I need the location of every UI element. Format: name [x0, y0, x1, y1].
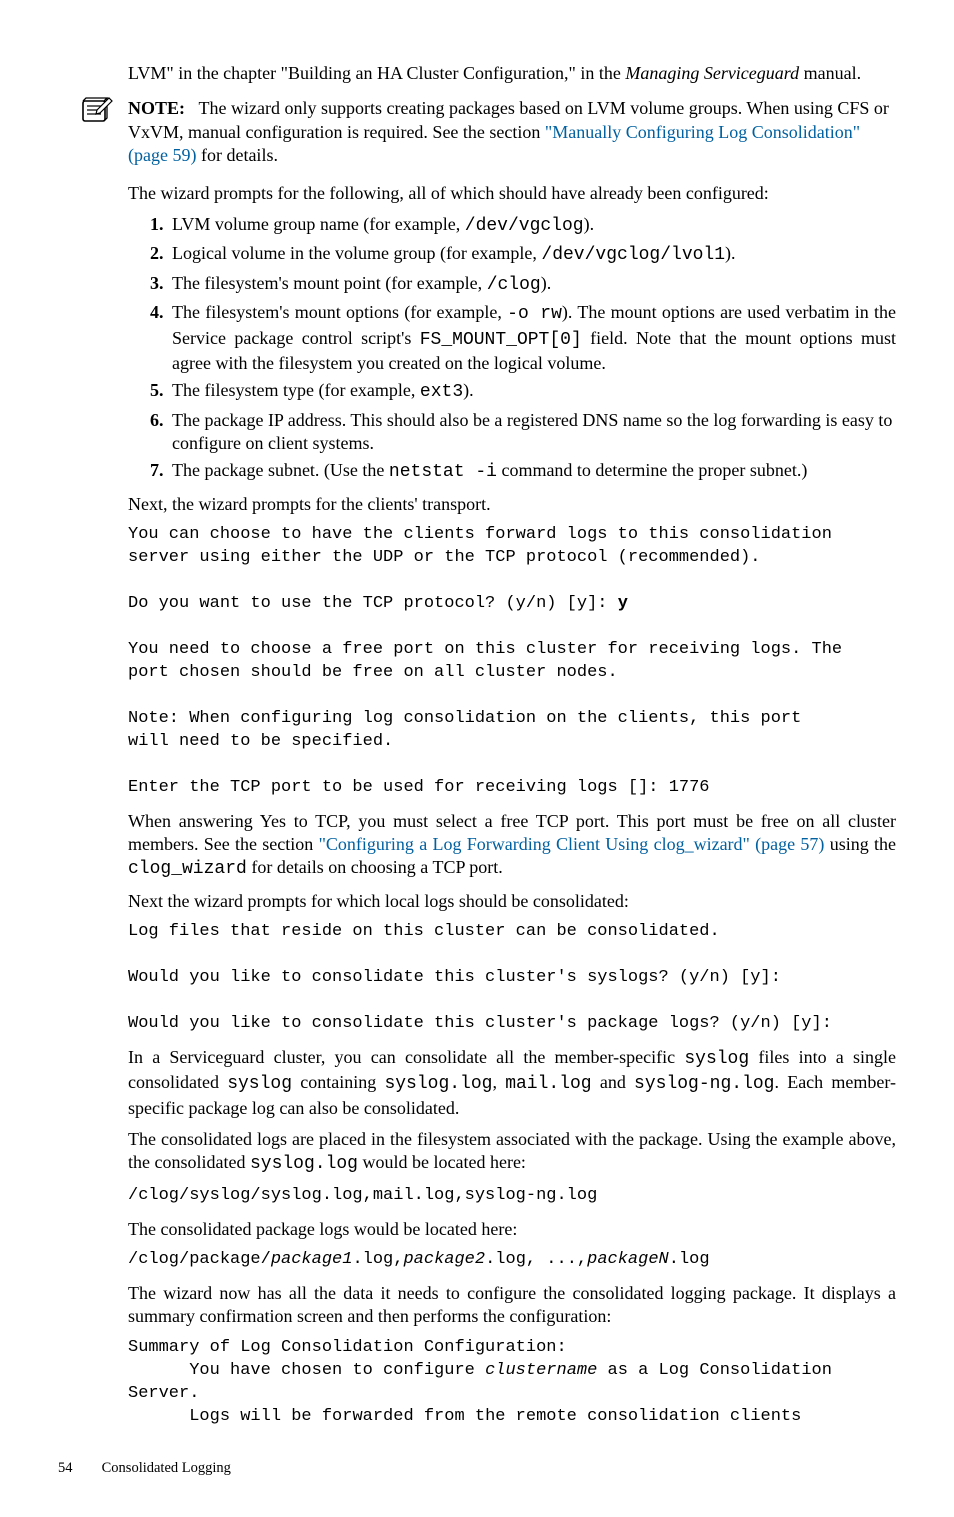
path-1: /clog/syslog/syslog.log,mail.log,syslog-…: [128, 1185, 896, 1208]
terminal-block-1: You can choose to have the clients forwa…: [128, 524, 896, 799]
intro-pre: LVM" in the chapter "Building an HA Clus…: [128, 63, 625, 83]
footer-title: Consolidated Logging: [102, 1460, 231, 1476]
path-2: /clog/package/package1.log,package2.log,…: [128, 1249, 896, 1272]
intro-em: Managing Serviceguard: [625, 63, 799, 83]
note-text: NOTE: The wizard only supports creating …: [128, 97, 896, 167]
note-block: NOTE: The wizard only supports creating …: [128, 97, 896, 167]
list-item: The filesystem type (for example, ext3).: [168, 379, 896, 404]
cons-paragraph: The consolidated logs are placed in the …: [128, 1128, 896, 1177]
pkg-located: The consolidated package logs would be l…: [128, 1218, 896, 1241]
final-paragraph: The wizard now has all the data it needs…: [128, 1282, 896, 1329]
tcp-paragraph: When answering Yes to TCP, you must sele…: [128, 810, 896, 882]
note-label: NOTE:: [128, 98, 185, 118]
next-local: Next the wizard prompts for which local …: [128, 890, 896, 913]
intro-post: manual.: [799, 63, 861, 83]
note-tail: for details.: [196, 145, 277, 165]
next-transport: Next, the wizard prompts for the clients…: [128, 493, 896, 516]
tcp-link[interactable]: "Configuring a Log Forwarding Client Usi…: [319, 834, 825, 854]
terminal-block-2: Log files that reside on this cluster ca…: [128, 921, 896, 1036]
note-icon: [80, 95, 114, 131]
wizard-prompts-list: LVM volume group name (for example, /dev…: [128, 213, 896, 485]
list-item: The filesystem's mount options (for exam…: [168, 301, 896, 375]
list-item: LVM volume group name (for example, /dev…: [168, 213, 896, 238]
sg-paragraph: In a Serviceguard cluster, you can conso…: [128, 1046, 896, 1120]
page-footer: 54 Consolidated Logging: [128, 1459, 896, 1478]
list-item: The filesystem's mount point (for exampl…: [168, 272, 896, 297]
terminal-block-3: Summary of Log Consolidation Configurati…: [128, 1337, 896, 1429]
list-item: The package subnet. (Use the netstat -i …: [168, 459, 896, 484]
list-item: The package IP address. This should also…: [168, 409, 896, 456]
intro-paragraph: LVM" in the chapter "Building an HA Clus…: [128, 62, 896, 85]
page-number: 54: [58, 1459, 98, 1478]
prompts-intro: The wizard prompts for the following, al…: [128, 182, 896, 205]
list-item: Logical volume in the volume group (for …: [168, 242, 896, 267]
